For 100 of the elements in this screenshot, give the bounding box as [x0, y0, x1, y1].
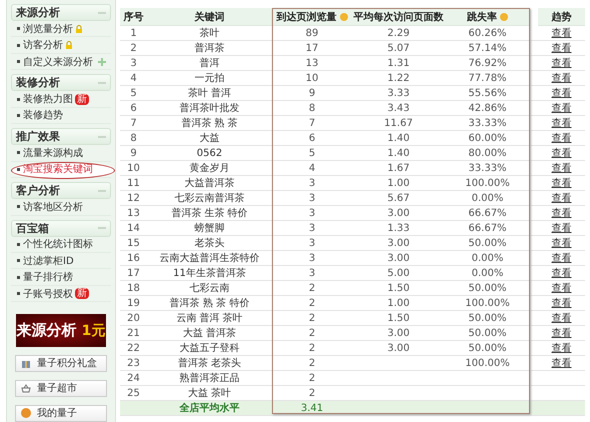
view-link[interactable]: 查看: [552, 26, 572, 40]
sidebar-item[interactable]: 流量来源构成: [11, 145, 111, 162]
banner-title: 来源分析: [16, 321, 77, 340]
plus-icon: [98, 58, 106, 66]
sidebar-item[interactable]: 子账号授权 新: [11, 286, 111, 302]
section-title: 装修分析: [16, 75, 60, 90]
view-link[interactable]: 查看: [552, 71, 572, 85]
table-cell-text: 茶叶: [198, 26, 220, 40]
view-link[interactable]: 查看: [552, 206, 572, 220]
view-link[interactable]: 查看: [552, 176, 572, 190]
table-cell-text: 1.22: [386, 72, 411, 85]
table-cell-text: 3: [308, 266, 316, 280]
table-cell-text: 7: [129, 116, 138, 130]
table-cell-text: 1.00: [386, 176, 411, 190]
sidebar-item[interactable]: 访客地区分析: [11, 199, 111, 216]
table-cell-text: 1.31: [386, 56, 411, 70]
view-link[interactable]: 查看: [552, 266, 572, 280]
table-cell-text: 2: [308, 312, 316, 325]
table-cell-text: 普洱: [198, 56, 220, 70]
table-cell-text: 3.41: [300, 402, 324, 415]
table-cell-text: 大益五子登科: [178, 342, 240, 355]
view-link[interactable]: 查看: [552, 281, 572, 295]
view-link[interactable]: 查看: [552, 251, 572, 265]
view-link[interactable]: 查看: [552, 191, 572, 205]
table-cell-text: 老茶头: [194, 236, 226, 250]
column-header: 趋势: [538, 8, 585, 26]
view-link[interactable]: 查看: [552, 101, 572, 115]
table-cell-text: 13: [304, 56, 320, 70]
table-cell-text: 2: [308, 342, 316, 355]
view-link[interactable]: 查看: [552, 221, 572, 235]
table-cell-text: 55.56%: [467, 86, 508, 100]
table-cell-text: 普洱茶 老茶头: [176, 356, 242, 370]
sidebar-button[interactable]: 量子超市: [15, 380, 107, 397]
sidebar-item[interactable]: 装修热力图 新: [11, 91, 111, 108]
view-link[interactable]: 查看: [552, 146, 572, 160]
promo-banner[interactable]: 来源分析 1元: [16, 314, 106, 347]
section-header[interactable]: 来源分析: [11, 4, 111, 21]
section-title: 来源分析: [16, 5, 60, 20]
table-cell-text: 4: [308, 162, 316, 175]
table-cell-text: 50.00%: [467, 312, 508, 325]
table-cell-text: 33.33%: [467, 162, 508, 175]
section-header[interactable]: 百宝箱: [11, 220, 111, 236]
section-title: 推广效果: [16, 129, 60, 144]
section-header[interactable]: 客户分析: [11, 182, 111, 200]
collapse-icon[interactable]: [98, 82, 106, 84]
view-link[interactable]: 查看: [552, 341, 572, 355]
table-cell-text: 5.00: [386, 266, 411, 280]
table-cell-text: 全店平均水平: [178, 401, 240, 415]
table-cell-text: 1.50: [386, 282, 411, 295]
view-link[interactable]: 查看: [552, 296, 572, 310]
sidebar-item[interactable]: 浏览量分析: [11, 21, 111, 38]
table-cell-text: 100.00%: [464, 356, 511, 370]
table-cell-text: 1.67: [386, 162, 411, 175]
section-header[interactable]: 推广效果: [11, 128, 111, 146]
table-cell-text: 5: [129, 86, 138, 100]
info-icon: [340, 12, 348, 20]
sidebar-item[interactable]: 淘宝搜索关键词: [11, 162, 111, 178]
new-badge: 新: [75, 288, 89, 300]
view-link[interactable]: 查看: [552, 56, 572, 70]
sidebar-item[interactable]: 自定义来源分析: [11, 54, 111, 70]
table-cell-text: 8: [129, 132, 138, 145]
sidebar-button[interactable]: 量子积分礼盒: [15, 354, 107, 372]
view-link[interactable]: 查看: [552, 116, 572, 130]
table-cell-text: 4: [129, 72, 138, 85]
view-link[interactable]: 查看: [552, 41, 572, 55]
sidebar-item[interactable]: 装修趋势: [11, 108, 111, 124]
table-cell-text: 3: [308, 206, 316, 220]
table-cell-text: 15: [126, 236, 141, 250]
view-link[interactable]: 查看: [552, 161, 572, 175]
view-link[interactable]: 查看: [552, 356, 572, 370]
table-cell-text: 12: [126, 192, 141, 205]
sidebar-item[interactable]: 访客分析: [11, 37, 111, 54]
section-header[interactable]: 装修分析: [11, 74, 111, 92]
view-link[interactable]: 查看: [552, 326, 572, 340]
table-cell-text: 17: [126, 266, 141, 280]
table-cell-text: 3: [308, 222, 316, 235]
table-cell-text: 2: [308, 326, 316, 340]
table-cell-text: 66.67%: [467, 222, 508, 235]
view-link[interactable]: 查看: [552, 131, 572, 145]
view-link[interactable]: 查看: [552, 86, 572, 100]
table-cell-text: 21: [126, 326, 141, 340]
sidebar-item[interactable]: 个性化统计图标: [11, 236, 111, 253]
table-cell-text: 9: [308, 86, 316, 100]
sidebar-item[interactable]: 量子排行榜: [11, 269, 111, 286]
table-cell-text: 2: [308, 356, 316, 370]
sidebar-button[interactable]: 我的量子: [15, 404, 107, 422]
sidebar-item[interactable]: 过滤掌柜ID: [11, 252, 111, 270]
table-cell-text: 66.67%: [467, 206, 508, 220]
table-cell-text: 50.00%: [467, 326, 508, 340]
lock-icon: [65, 41, 73, 50]
table-cell-text: 一元拍: [194, 72, 226, 85]
view-link[interactable]: 查看: [552, 311, 572, 325]
table-cell-text: 1.40: [386, 132, 411, 145]
collapse-icon[interactable]: [98, 136, 106, 138]
table-cell-text: 11: [126, 176, 141, 190]
table-cell-text: 2.29: [386, 26, 411, 40]
table-cell-text: 3.43: [386, 102, 411, 115]
view-link[interactable]: 查看: [552, 236, 572, 250]
table-cell-text: 25: [126, 386, 141, 400]
collapse-icon[interactable]: [98, 190, 106, 192]
